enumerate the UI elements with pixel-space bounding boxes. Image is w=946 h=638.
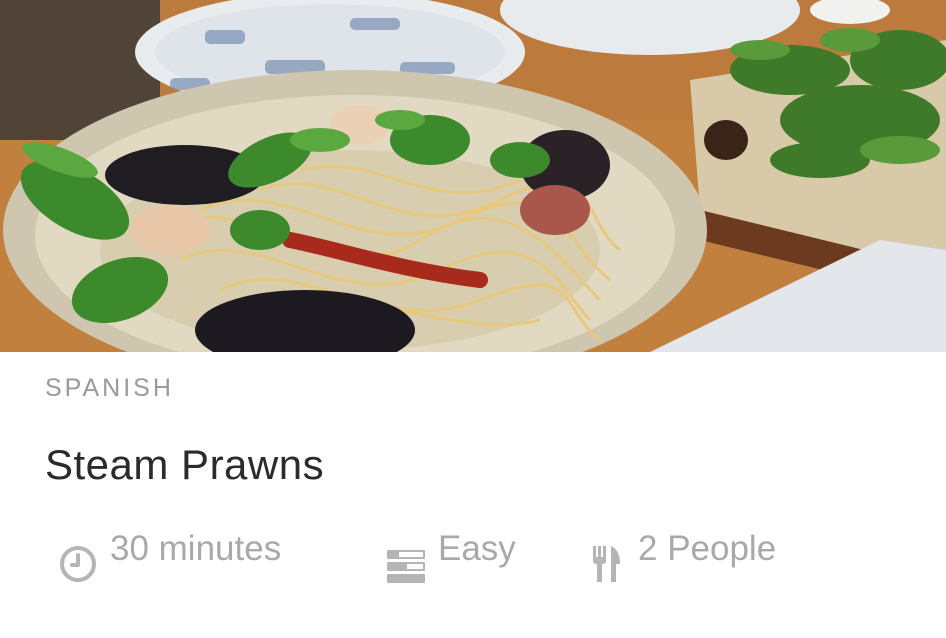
recipe-title[interactable]: Steam Prawns — [45, 440, 324, 490]
fork-knife-icon — [584, 528, 628, 584]
recipe-card[interactable]: SPANISH Steam Prawns 30 minutes Easy 2 P… — [0, 0, 946, 638]
clock-icon — [56, 528, 100, 584]
recipe-category: SPANISH — [45, 374, 174, 402]
difficulty-label: Easy — [438, 529, 516, 568]
difficulty-bars-icon — [384, 528, 428, 584]
servings-label: 2 People — [638, 529, 777, 568]
cook-time-label: 30 minutes — [110, 529, 282, 568]
difficulty: Easy — [384, 528, 516, 584]
recipe-photo — [0, 0, 946, 352]
cook-time: 30 minutes — [56, 528, 281, 584]
servings: 2 People — [584, 528, 776, 584]
recipe-image — [0, 0, 946, 352]
